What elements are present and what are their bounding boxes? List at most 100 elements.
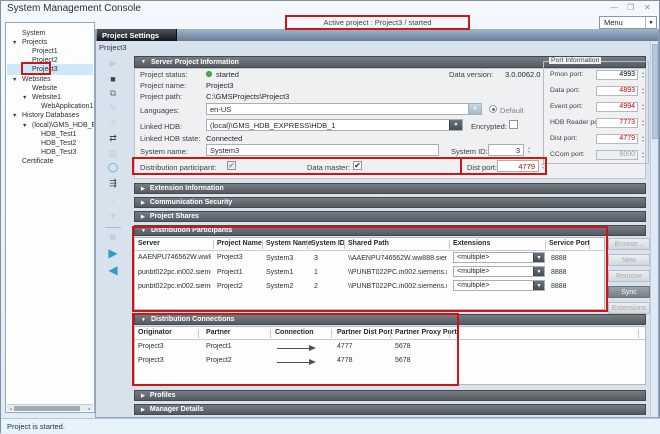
stepper-arrows-icon[interactable]: ▴▾ — [640, 103, 646, 111]
project-name-label: Project name: — [140, 81, 186, 90]
maximize-icon[interactable]: ❐ — [627, 3, 634, 12]
participant-service-port[interactable]: 8888 — [551, 283, 567, 290]
hdb-reader-port-field[interactable]: 7773 — [596, 118, 638, 128]
stop-project-icon[interactable]: ■ — [102, 72, 124, 85]
scroll-right-icon[interactable]: ▸ — [86, 405, 93, 412]
extensions-dropdown[interactable]: <multiple> ▼ — [453, 252, 545, 263]
sync-button[interactable]: Sync — [608, 286, 650, 298]
extensions-dropdown[interactable]: <multiple> ▼ — [453, 280, 545, 291]
status-bar: Project is started. — [1, 418, 660, 434]
stepper-arrows-icon[interactable]: ▴▾ — [640, 119, 646, 127]
copy-project-icon[interactable]: ⧉ — [102, 87, 124, 100]
minimize-icon[interactable]: — — [610, 3, 618, 12]
extensions-dropdown[interactable]: <multiple> ▼ — [453, 266, 545, 277]
tab-project-settings[interactable]: Project Settings — [97, 29, 177, 41]
section-profiles[interactable]: ▶ Profiles — [134, 390, 646, 401]
expander-icon[interactable]: ▼ — [22, 121, 27, 131]
connection-originator[interactable]: Project3 — [138, 357, 164, 364]
section-extension-information[interactable]: ▶ Extension Information — [134, 183, 646, 194]
tree-item-project3-selected[interactable]: Project3 — [32, 65, 58, 75]
linked-hdb-label: Linked HDB: — [140, 122, 182, 131]
distribution-participant-checkbox[interactable]: ✔ — [227, 161, 236, 170]
new-button[interactable]: New — [608, 254, 650, 266]
connection-partner[interactable]: Project2 — [206, 357, 232, 364]
section-project-shares[interactable]: ▶ Project Shares — [134, 211, 646, 222]
tree-item-history-databases[interactable]: History Databases — [22, 111, 79, 121]
participant-system[interactable]: System3 — [266, 255, 293, 262]
participant-system-id[interactable]: 2 — [314, 283, 318, 290]
expander-icon[interactable]: ▼ — [22, 93, 27, 103]
system-name-input[interactable]: System3 — [206, 144, 439, 156]
participant-service-port[interactable]: 8888 — [551, 255, 567, 262]
participant-project[interactable]: Project3 — [217, 254, 243, 261]
save-icon[interactable]: ▤ — [102, 147, 124, 160]
start-project-icon[interactable]: ▶ — [102, 57, 124, 70]
add-icon[interactable]: ⊕ — [102, 231, 124, 244]
dist-port-field[interactable]: 4779 — [497, 160, 539, 172]
pmon-port-field[interactable]: 4993 — [596, 70, 638, 80]
dist-port-info-label: Dist port: — [550, 135, 577, 142]
section-communication-security[interactable]: ▶ Communication Security — [134, 197, 646, 208]
participant-project[interactable]: Project1 — [217, 269, 243, 276]
restore-icon[interactable]: ◯ — [102, 161, 124, 174]
expander-icon[interactable]: ▼ — [12, 111, 17, 121]
dist-port-info-field[interactable]: 4779 — [596, 134, 638, 144]
system-id-stepper[interactable]: 3 — [488, 144, 524, 156]
stepper-arrows-icon[interactable]: ▴▾ — [526, 146, 532, 154]
data-port-field[interactable]: 4893 — [596, 86, 638, 96]
participant-project[interactable]: Project2 — [217, 283, 243, 290]
connection-dist-port[interactable]: 4778 — [337, 357, 353, 364]
upload-icon[interactable]: ↑ — [102, 194, 124, 207]
participant-service-port[interactable]: 8888 — [551, 269, 567, 276]
stepper-arrows-icon[interactable]: ▴▾ — [640, 71, 646, 79]
expander-icon[interactable]: ▼ — [12, 38, 17, 48]
distribution-icon[interactable]: ⇶ — [102, 177, 124, 190]
tree-horizontal-scrollbar[interactable]: ◂ ▸ — [7, 404, 93, 411]
participant-server[interactable]: punbt022pc.in002.siemens.net — [138, 269, 211, 276]
extensions-button[interactable]: Extensions — [608, 302, 650, 314]
expander-icon[interactable]: ▼ — [12, 75, 17, 85]
browse-button[interactable]: Browse... — [608, 238, 650, 250]
tree-item-certificate[interactable]: Certificate — [22, 157, 54, 167]
participant-server[interactable]: punbt022pc.in002.siemens.net — [138, 283, 211, 290]
connection-originator[interactable]: Project3 — [138, 343, 164, 350]
scrollbar-thumb[interactable] — [14, 406, 80, 411]
linked-hdb-dropdown[interactable]: (local)\GMS_HDB_EXPRESS\HDB_1 ▼ — [206, 119, 463, 131]
participant-system-id[interactable]: 3 — [314, 255, 318, 262]
connection-proxy-port[interactable]: 5678 — [395, 357, 411, 364]
section-distribution-participants[interactable]: ▼ Distribution Participants — [134, 225, 646, 236]
link-hdb-icon[interactable]: ⇄ — [102, 132, 124, 145]
event-port-field[interactable]: 4994 — [596, 102, 638, 112]
stepper-arrows-icon: ▴▾ — [640, 151, 646, 159]
participant-shared-path[interactable]: \\AAENPU746562W.ww888.siemens — [348, 255, 447, 262]
participant-shared-path[interactable]: \\PUNBT022PC.in002.siemens.net\Proj — [348, 283, 447, 290]
section-title: Manager Details — [150, 406, 204, 413]
languages-dropdown[interactable]: en-US ▼ — [206, 103, 482, 115]
participant-system[interactable]: System1 — [266, 269, 293, 276]
connection-dist-port[interactable]: 4777 — [337, 343, 353, 350]
remove-button[interactable]: Remove — [608, 270, 650, 282]
scroll-left-icon[interactable]: ◂ — [7, 405, 14, 412]
scrollbar-thumb[interactable] — [652, 44, 658, 139]
upgrade-icon[interactable]: ✈ — [102, 210, 124, 223]
back-icon[interactable]: ◀ — [102, 263, 124, 276]
participant-system-id[interactable]: 1 — [314, 269, 318, 276]
deploy-project-icon[interactable]: ⇗ — [102, 117, 124, 130]
data-master-checkbox[interactable]: ✔ — [353, 161, 362, 170]
menu-dropdown[interactable]: Menu ▼ — [599, 16, 657, 29]
main-vertical-scrollbar[interactable] — [650, 42, 658, 417]
activate-icon[interactable]: ▶ — [102, 246, 124, 259]
connection-proxy-port[interactable]: 5678 — [395, 343, 411, 350]
connection-partner[interactable]: Project1 — [206, 343, 232, 350]
edit-project-icon[interactable]: ✎ — [102, 102, 124, 115]
participant-server[interactable]: AAENPU746562W.ww888 — [138, 254, 211, 261]
close-icon[interactable]: ✕ — [644, 3, 651, 12]
default-language-radio[interactable] — [489, 105, 497, 113]
section-manager-details[interactable]: ▶ Manager Details — [134, 404, 646, 415]
participant-shared-path[interactable]: \\PUNBT022PC.in002.siemens.net\Proj — [348, 269, 447, 276]
encrypted-checkbox[interactable] — [509, 120, 518, 129]
section-distribution-connections[interactable]: ▼ Distribution Connections — [134, 314, 646, 325]
stepper-arrows-icon[interactable]: ▴▾ — [640, 135, 646, 143]
stepper-arrows-icon[interactable]: ▴▾ — [640, 87, 646, 95]
participant-system[interactable]: System2 — [266, 283, 293, 290]
